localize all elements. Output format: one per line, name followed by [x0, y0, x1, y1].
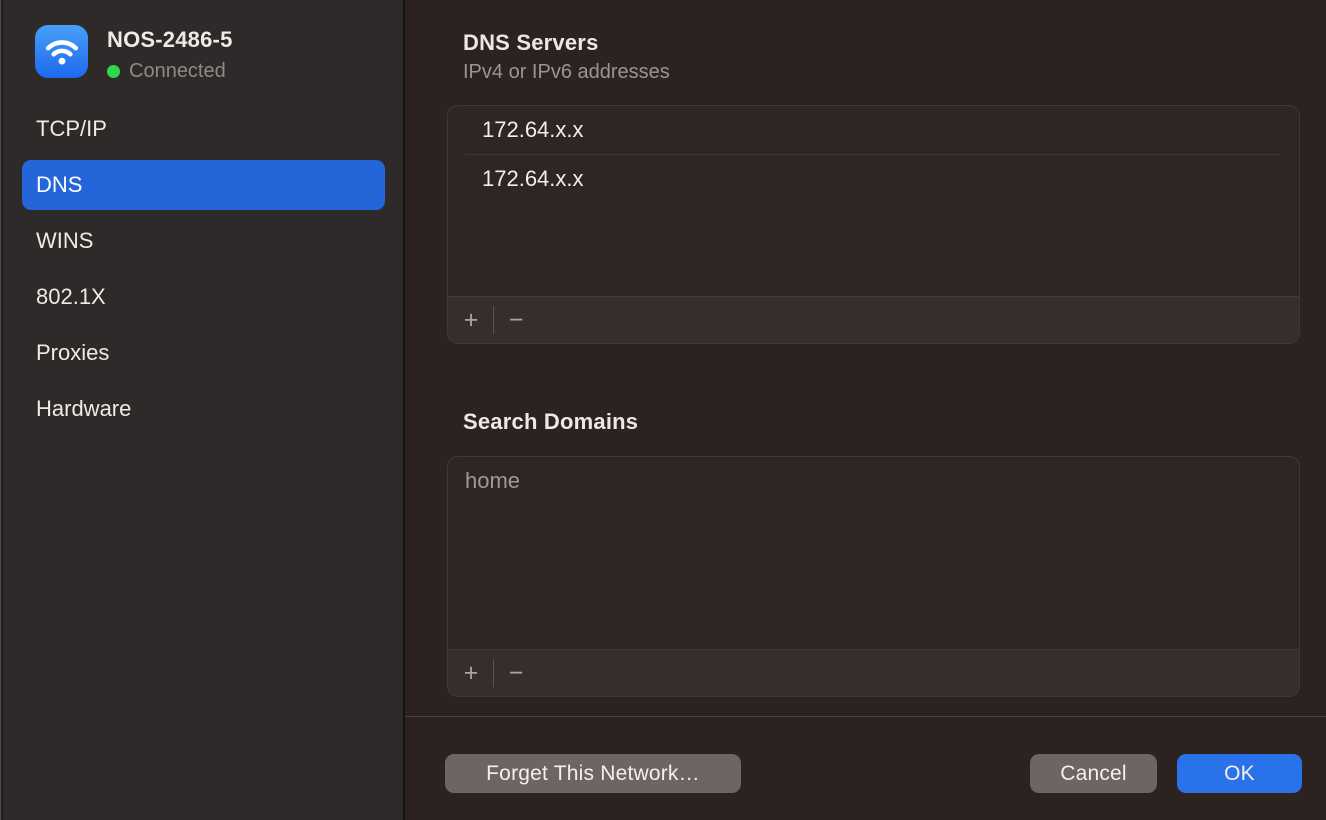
dns-servers-subtitle: IPv4 or IPv6 addresses — [463, 61, 670, 84]
network-header-text: NOS-2486-5 Connected — [107, 25, 233, 83]
sidebar-nav: TCP/IP DNS WINS 802.1X Proxies Hardware — [22, 104, 385, 434]
search-domains-list-toolbar: + − — [448, 649, 1299, 696]
sidebar-item-hardware[interactable]: Hardware — [22, 384, 385, 434]
ok-button[interactable]: OK — [1177, 754, 1302, 793]
network-header: NOS-2486-5 Connected — [4, 0, 403, 83]
toolbar-divider — [493, 306, 494, 334]
dns-server-entry[interactable]: 172.64.x.x — [448, 155, 1299, 203]
connected-dot-icon — [107, 65, 120, 78]
dns-servers-list-toolbar: + − — [448, 296, 1299, 343]
sidebar-item-proxies[interactable]: Proxies — [22, 328, 385, 378]
dns-servers-title: DNS Servers — [463, 30, 599, 56]
sidebar-item-dns[interactable]: DNS — [22, 160, 385, 210]
search-domains-title: Search Domains — [463, 409, 638, 435]
dns-server-entry[interactable]: 172.64.x.x — [448, 106, 1299, 154]
network-sidebar: NOS-2486-5 Connected TCP/IP DNS WINS 802… — [4, 0, 403, 820]
forget-network-button[interactable]: Forget This Network… — [445, 754, 741, 793]
search-domain-entry[interactable]: home — [448, 457, 1299, 505]
sidebar-item-8021x[interactable]: 802.1X — [22, 272, 385, 322]
network-name: NOS-2486-5 — [107, 27, 233, 53]
status-text: Connected — [129, 60, 226, 83]
cancel-button[interactable]: Cancel — [1030, 754, 1157, 793]
search-domains-list: home + − — [447, 456, 1300, 697]
remove-dns-server-button[interactable]: − — [501, 305, 531, 335]
footer-separator — [405, 716, 1326, 717]
wifi-icon — [35, 25, 88, 78]
add-dns-server-button[interactable]: + — [456, 305, 486, 335]
status-row: Connected — [107, 60, 233, 83]
dns-pane: DNS Servers IPv4 or IPv6 addresses 172.6… — [405, 0, 1326, 820]
sidebar-item-wins[interactable]: WINS — [22, 216, 385, 266]
add-search-domain-button[interactable]: + — [456, 658, 486, 688]
dns-servers-list: 172.64.x.x 172.64.x.x + − — [447, 105, 1300, 344]
remove-search-domain-button[interactable]: − — [501, 658, 531, 688]
sidebar-item-tcpip[interactable]: TCP/IP — [22, 104, 385, 154]
toolbar-divider — [493, 659, 494, 687]
